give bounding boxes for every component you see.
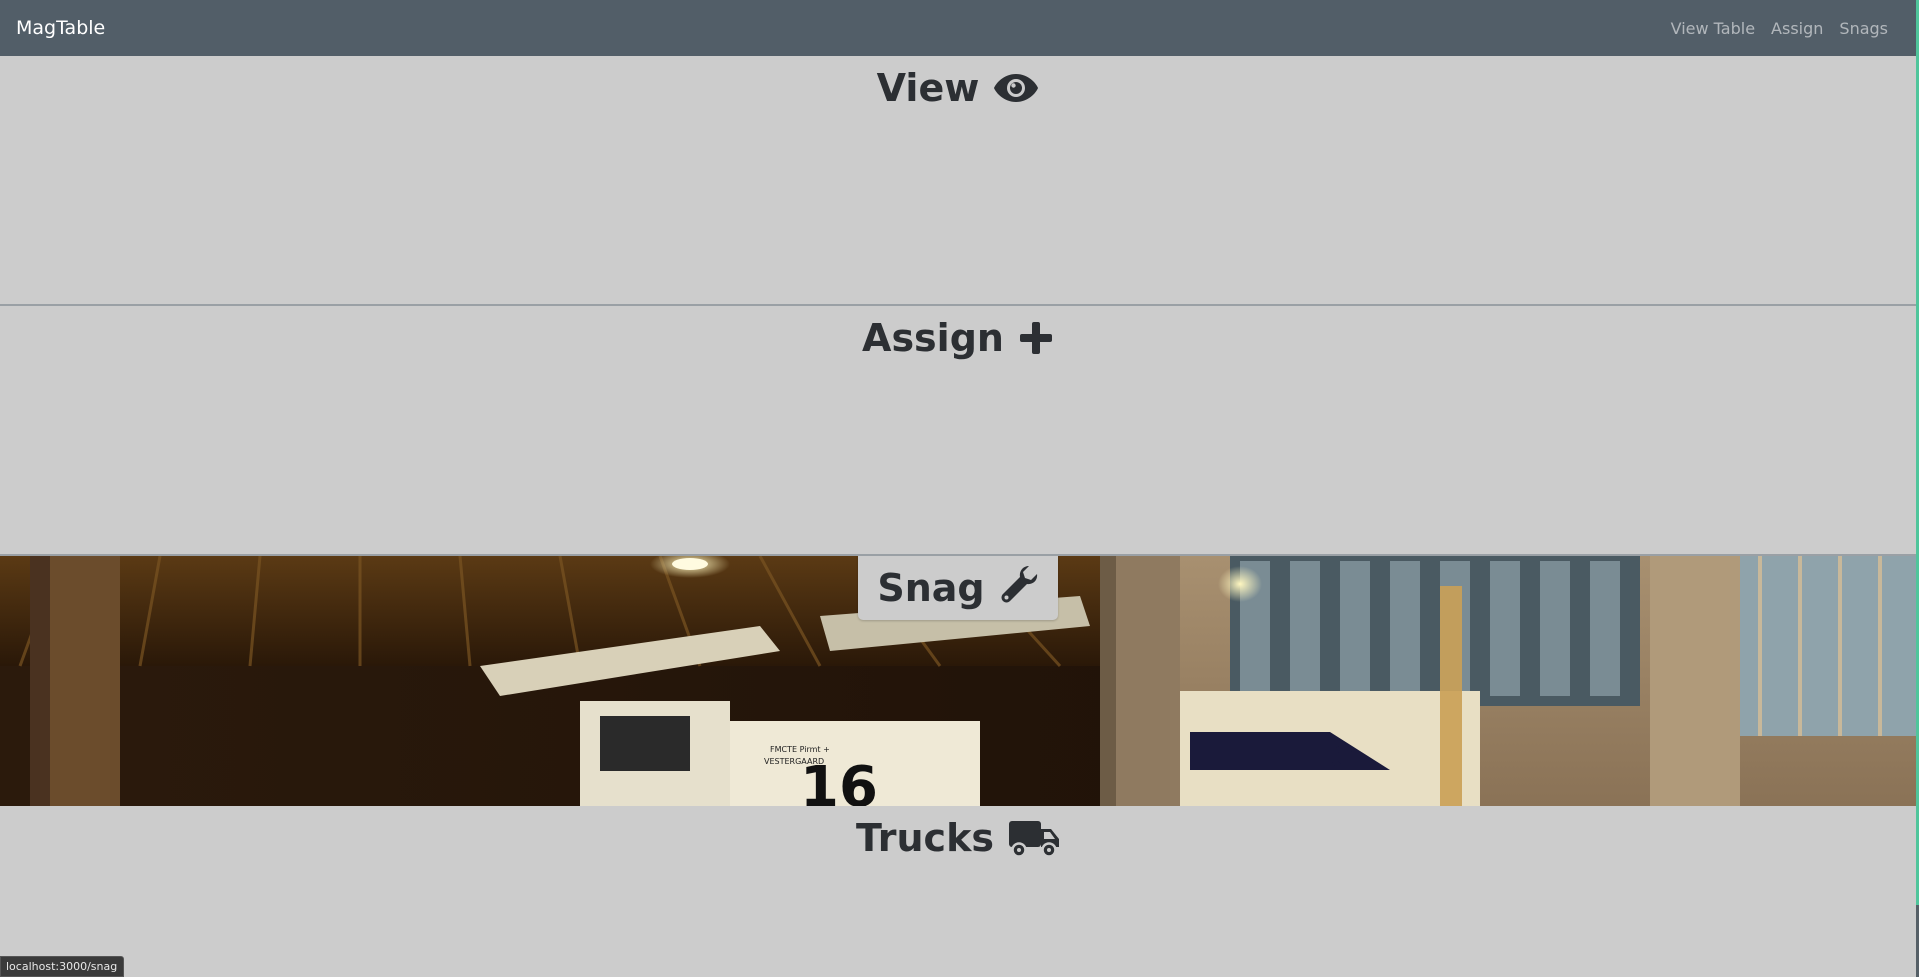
assign-section[interactable]: Assign (0, 306, 1916, 556)
assign-heading: Assign (0, 316, 1916, 360)
assign-title: Assign (862, 316, 1004, 360)
nav-link-snags[interactable]: Snags (1839, 19, 1888, 38)
view-section[interactable]: View (0, 56, 1916, 306)
wrench-icon (999, 564, 1039, 613)
view-title: View (876, 66, 980, 110)
nav-link-assign[interactable]: Assign (1771, 19, 1823, 38)
svg-text:FMCTE Pirmt +: FMCTE Pirmt + (770, 745, 830, 754)
trucks-title: Trucks (856, 816, 994, 860)
snag-heading: Snag (858, 556, 1058, 620)
snag-section[interactable]: FMCTE Pirmt + VESTERGAARD 16 G Snag (0, 556, 1916, 806)
app-viewport: MagTable View Table Assign Snags View As… (0, 0, 1919, 977)
status-url-preview: localhost:3000/snag (0, 956, 125, 977)
truck-icon (1008, 817, 1060, 859)
nav-links: View Table Assign Snags (1671, 19, 1888, 38)
plus-icon (1018, 320, 1054, 356)
nav-link-view-table[interactable]: View Table (1671, 19, 1755, 38)
view-heading: View (0, 66, 1916, 110)
snag-title: Snag (877, 566, 985, 610)
brand-link[interactable]: MagTable (16, 17, 105, 39)
eye-icon (993, 72, 1039, 104)
svg-text:G: G (1330, 741, 1355, 776)
svg-text:16: 16 (800, 755, 878, 806)
trucks-heading: Trucks (0, 816, 1916, 860)
top-navbar: MagTable View Table Assign Snags (0, 0, 1916, 56)
trucks-section[interactable]: Trucks (0, 806, 1916, 977)
